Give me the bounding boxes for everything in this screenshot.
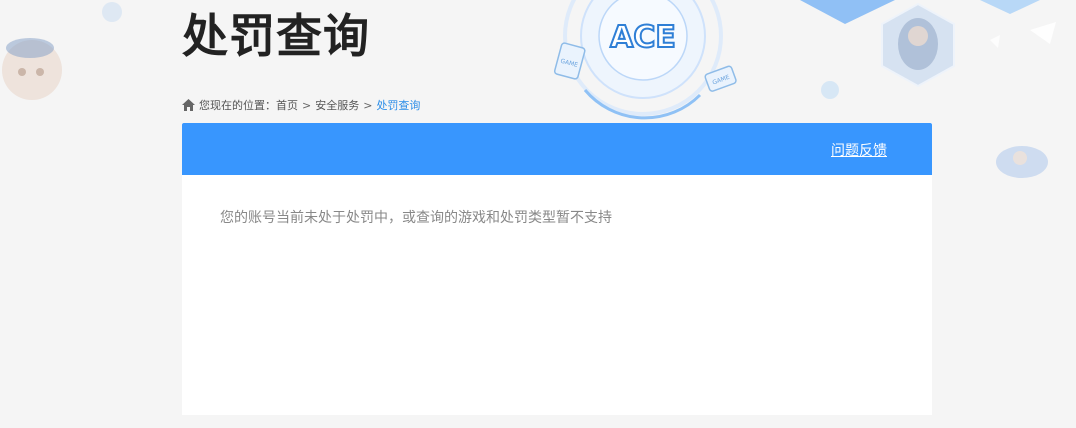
game-badge-left-text: GAME <box>560 58 579 69</box>
game-character-small-image <box>996 146 1048 178</box>
panel-header: 问题反馈 <box>182 123 932 175</box>
breadcrumb-separator: > <box>302 98 312 112</box>
breadcrumb-item-current: 处罚查询 <box>376 99 421 112</box>
home-icon <box>182 99 195 111</box>
game-character-left-image <box>2 38 62 100</box>
game-badge-left: GAME <box>553 42 586 80</box>
game-badge-right: GAME <box>704 65 737 92</box>
breadcrumb-prefix: 您现在的位置： <box>199 99 276 112</box>
penalty-query-panel: 问题反馈 您的账号当前未处于处罚中，或查询的游戏和处罚类型暂不支持 <box>182 123 932 415</box>
game-badge-right-text: GAME <box>712 74 731 87</box>
breadcrumb: 您现在的位置： 首页 > 安全服务 > 处罚查询 <box>182 97 420 113</box>
no-penalty-message: 您的账号当前未处于处罚中，或查询的游戏和处罚类型暂不支持 <box>220 210 612 226</box>
ace-logo: ACE <box>563 0 723 120</box>
breadcrumb-item-security-services[interactable]: 安全服务 <box>315 97 359 113</box>
breadcrumb-item-home[interactable]: 首页 <box>276 97 298 113</box>
feedback-link[interactable]: 问题反馈 <box>831 140 887 160</box>
ace-logo-text: ACE <box>610 20 676 55</box>
page-title: 处罚查询 <box>182 9 370 63</box>
breadcrumb-separator: > <box>363 98 373 112</box>
game-character-right-image <box>881 2 955 88</box>
